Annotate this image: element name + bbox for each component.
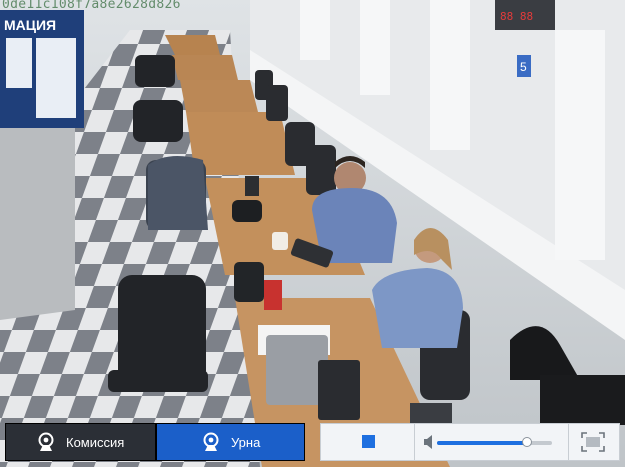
- webcam-icon: [203, 432, 219, 451]
- svg-text:88 88: 88 88: [500, 10, 533, 23]
- camera-button-label: Урна: [231, 434, 261, 450]
- fullscreen-icon[interactable]: [581, 432, 605, 452]
- stop-icon[interactable]: [362, 435, 375, 448]
- volume-slider-fill: [437, 441, 527, 445]
- camera-button-urna[interactable]: Урна: [156, 423, 305, 461]
- camera-button-komissiya[interactable]: Комиссия: [5, 423, 156, 461]
- wall-sign-text: МАЦИЯ: [4, 17, 56, 33]
- volume-slider-handle[interactable]: [521, 437, 532, 447]
- player-toolbar: Комиссия Урна: [0, 420, 625, 467]
- divider: [414, 424, 415, 460]
- camera-video-frame: МАЦИЯ 88 88 5: [0, 0, 625, 467]
- window-number: 5: [520, 60, 527, 74]
- speaker-icon[interactable]: [424, 435, 436, 449]
- camera-button-label: Комиссия: [66, 434, 125, 450]
- info-board: МАЦИЯ: [0, 10, 84, 128]
- divider: [568, 424, 569, 460]
- camera-id-overlay: 0de11c108f7a8e2628d826: [2, 0, 181, 12]
- volume-slider[interactable]: [437, 437, 552, 447]
- webcam-icon: [38, 432, 54, 451]
- player-controls: [320, 423, 620, 461]
